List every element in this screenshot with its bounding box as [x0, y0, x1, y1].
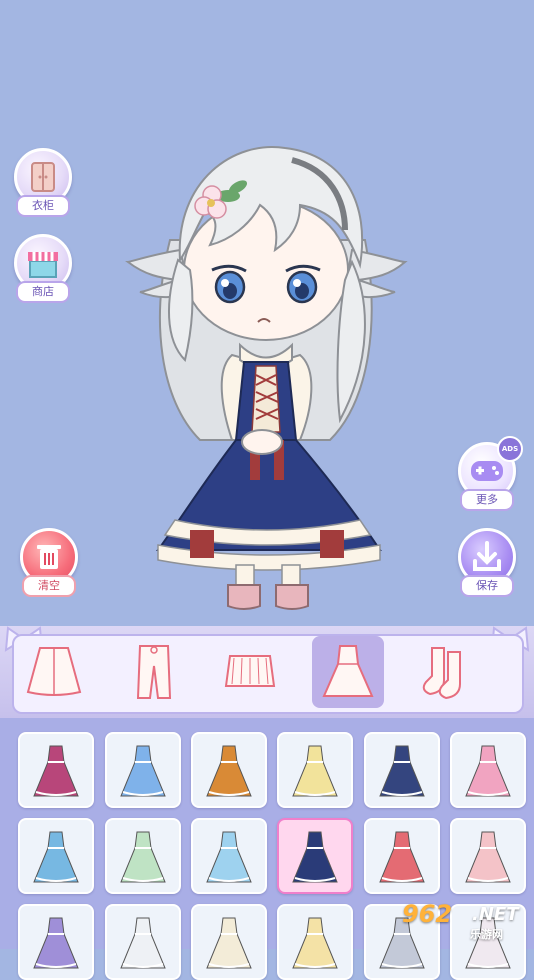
dress-thumbnail-icon	[379, 831, 425, 883]
category-bar	[0, 626, 534, 718]
wardrobe-button[interactable]: 衣柜	[12, 148, 72, 220]
dress-thumbnail-icon	[292, 917, 338, 969]
outfit-item[interactable]	[105, 818, 181, 894]
more-label: 更多	[460, 489, 514, 511]
skirt-icon	[224, 655, 276, 687]
save-label: 保存	[460, 575, 514, 597]
save-button[interactable]: 保存	[456, 528, 516, 600]
outfit-item[interactable]	[18, 818, 94, 894]
pants-icon	[136, 645, 172, 699]
watermark-logo: 962 .NET 乐游网	[392, 898, 532, 946]
outfit-item[interactable]	[191, 732, 267, 808]
dress-thumbnail-icon	[379, 745, 425, 797]
dress-thumbnail-icon	[292, 831, 338, 883]
shop-button[interactable]: 商店	[12, 234, 72, 306]
outfit-item[interactable]	[191, 818, 267, 894]
outfit-item[interactable]	[18, 904, 94, 980]
socks-icon	[422, 647, 461, 700]
dress-thumbnail-icon	[206, 831, 252, 883]
outfit-item[interactable]	[191, 904, 267, 980]
dress-icon	[322, 645, 374, 697]
outfit-item[interactable]	[450, 732, 526, 808]
outfit-item[interactable]	[105, 732, 181, 808]
outfit-item[interactable]	[105, 904, 181, 980]
outfit-item[interactable]	[277, 818, 353, 894]
clear-label: 清空	[22, 575, 76, 597]
clear-button[interactable]: 清空	[18, 528, 78, 600]
outfit-item[interactable]	[364, 732, 440, 808]
category-pants[interactable]	[118, 636, 190, 708]
category-skirt[interactable]	[214, 636, 286, 708]
dress-thumbnail-icon	[120, 745, 166, 797]
character-stage: 衣柜 商店 ADS 更多 清空 保存	[0, 0, 534, 630]
ads-badge: ADS	[497, 436, 523, 462]
dress-thumbnail-icon	[120, 917, 166, 969]
dress-thumbnail-icon	[465, 831, 511, 883]
watermark-suffix: .NET	[472, 904, 519, 925]
dress-thumbnail-icon	[33, 745, 79, 797]
dress-thumbnail-icon	[120, 831, 166, 883]
outfit-item[interactable]	[277, 904, 353, 980]
dress-thumbnail-icon	[465, 745, 511, 797]
category-coat[interactable]	[18, 636, 90, 708]
outfit-item[interactable]	[450, 818, 526, 894]
outfit-item[interactable]	[277, 732, 353, 808]
dress-thumbnail-icon	[206, 745, 252, 797]
watermark-subtitle: 乐游网	[470, 928, 503, 941]
category-dress[interactable]	[312, 636, 384, 708]
coat-icon	[26, 647, 82, 696]
outfit-item[interactable]	[364, 818, 440, 894]
category-socks[interactable]	[410, 636, 482, 708]
chibi-character	[125, 146, 408, 610]
outfit-item[interactable]	[18, 732, 94, 808]
more-button[interactable]: ADS 更多	[456, 436, 523, 514]
dress-thumbnail-icon	[292, 745, 338, 797]
watermark-number: 962	[402, 900, 453, 928]
wardrobe-label: 衣柜	[16, 195, 70, 217]
dress-thumbnail-icon	[206, 917, 252, 969]
dress-thumbnail-icon	[33, 831, 79, 883]
shop-label: 商店	[16, 281, 70, 303]
dress-thumbnail-icon	[33, 917, 79, 969]
